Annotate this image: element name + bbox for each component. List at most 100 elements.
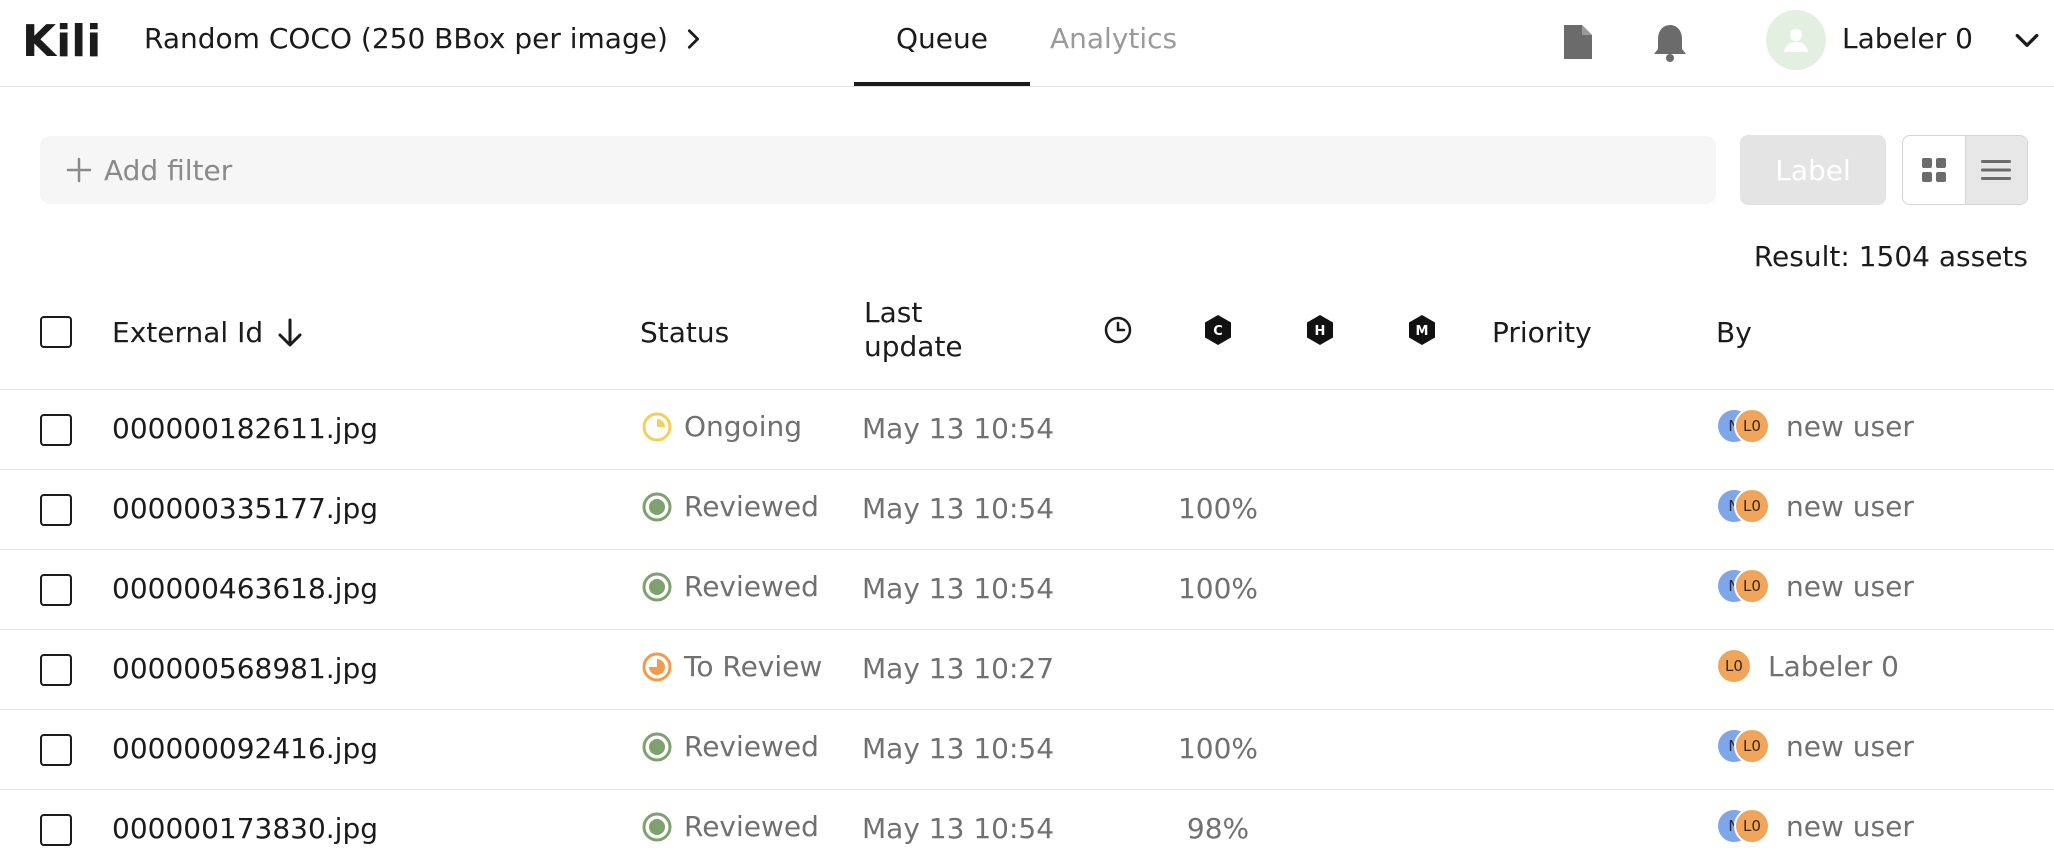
labeled-by: NL0new user xyxy=(1716,568,1914,604)
reviewed-status-icon xyxy=(642,732,672,761)
labeled-by-name: new user xyxy=(1786,489,1914,523)
status-label: Ongoing xyxy=(684,410,802,443)
labeled-by: NL0new user xyxy=(1716,728,1914,764)
labeled-by: NL0new user xyxy=(1716,408,1914,444)
active-tab-indicator xyxy=(854,82,1030,86)
consensus-c-icon[interactable]: C xyxy=(1202,314,1234,346)
external-id[interactable]: 000000335177.jpg xyxy=(112,492,378,525)
add-filter-input[interactable]: Add filter xyxy=(40,136,1716,204)
avatar: L0 xyxy=(1734,728,1770,764)
status-label: Reviewed xyxy=(684,730,819,763)
status-badge: Reviewed xyxy=(642,570,819,603)
consensus-value: 98% xyxy=(1186,812,1250,845)
last-update: May 13 10:54 xyxy=(862,412,1055,445)
row-checkbox[interactable] xyxy=(40,814,72,846)
status-label: Reviewed xyxy=(684,490,819,523)
row-checkbox[interactable] xyxy=(40,654,72,686)
labeled-by-name: new user xyxy=(1786,569,1914,603)
labeled-by-name: new user xyxy=(1786,409,1914,443)
tab-analytics[interactable]: Analytics xyxy=(1050,22,1177,55)
status-label: To Review xyxy=(684,650,823,683)
external-id[interactable]: 000000092416.jpg xyxy=(112,732,378,765)
list-view-button[interactable] xyxy=(1964,136,2027,204)
view-mode-toggle xyxy=(1902,135,2028,205)
reviewed-status-icon xyxy=(642,572,672,601)
table-row[interactable]: 000000463618.jpg Reviewed May 13 10:54 100%… xyxy=(0,550,2054,630)
row-checkbox[interactable] xyxy=(40,414,72,446)
column-external-id[interactable]: External Id xyxy=(112,316,303,349)
metric-m-icon[interactable]: M xyxy=(1406,314,1438,346)
arrow-down-icon xyxy=(278,318,302,346)
reviewed-status-icon xyxy=(642,812,672,841)
column-by[interactable]: By xyxy=(1716,316,1752,349)
chevron-down-icon[interactable] xyxy=(2014,28,2040,54)
table-row[interactable]: 000000092416.jpg Reviewed May 13 10:54 100%… xyxy=(0,710,2054,790)
honeypot-h-icon[interactable]: H xyxy=(1304,314,1336,346)
grid-view-button[interactable] xyxy=(1903,136,1965,204)
status-badge: Reviewed xyxy=(642,490,819,523)
external-id[interactable]: 000000568981.jpg xyxy=(112,652,378,685)
table-row[interactable]: 000000568981.jpg To Review May 13 10:27 L0 L… xyxy=(0,630,2054,710)
file-icon xyxy=(1564,25,1592,59)
label-button[interactable]: Label xyxy=(1740,135,1886,205)
table-row[interactable]: 000000182611.jpgOngoingMay 13 10:54NL0ne… xyxy=(0,390,2054,470)
avatar: L0 xyxy=(1734,568,1770,604)
consensus-value: 100% xyxy=(1177,572,1259,605)
table-row[interactable]: 000000335177.jpg Reviewed May 13 10:54 100%… xyxy=(0,470,2054,550)
external-id[interactable]: 000000463618.jpg xyxy=(112,572,378,605)
chevron-right-icon xyxy=(687,28,699,49)
avatar: L0 xyxy=(1716,648,1752,684)
table-header: External Id Status Last update C H M Pri… xyxy=(0,296,2054,390)
bell-icon xyxy=(1654,25,1686,62)
consensus-value: 100% xyxy=(1177,492,1259,525)
row-checkbox[interactable] xyxy=(40,574,72,606)
row-checkbox[interactable] xyxy=(40,494,72,526)
top-bar: Kili Random COCO (250 BBox per image) Qu… xyxy=(0,0,2054,87)
list-view-icon xyxy=(1981,160,2012,180)
status-label: Reviewed xyxy=(684,810,819,843)
svg-text:H: H xyxy=(1315,324,1326,339)
grid-view-icon xyxy=(1921,158,1946,182)
consensus-value: 100% xyxy=(1177,732,1259,765)
labeled-by-name: new user xyxy=(1786,809,1914,843)
last-update: May 13 10:54 xyxy=(862,572,1055,605)
table-row[interactable]: 000000173830.jpgReviewedMay 13 10:5498%N… xyxy=(0,790,2054,866)
to-review-status-icon xyxy=(642,652,672,681)
column-last-update[interactable]: Last update xyxy=(864,296,984,364)
status-label: Reviewed xyxy=(684,570,819,603)
result-count: Result: 1504 assets xyxy=(1753,240,2028,273)
clock-icon[interactable] xyxy=(1102,314,1134,346)
ongoing-status-icon xyxy=(642,412,672,441)
project-selector[interactable]: Random COCO (250 BBox per image) xyxy=(144,22,704,55)
column-status[interactable]: Status xyxy=(640,316,729,349)
last-update: May 13 10:54 xyxy=(862,812,1055,845)
svg-text:C: C xyxy=(1213,324,1223,339)
notifications-button[interactable] xyxy=(1650,20,1690,64)
status-badge: Reviewed xyxy=(642,810,819,843)
select-all-checkbox[interactable] xyxy=(40,316,72,348)
status-badge: Ongoing xyxy=(642,410,802,443)
svg-text:Kili: Kili xyxy=(22,16,101,64)
tab-queue[interactable]: Queue xyxy=(854,22,1030,55)
last-update: May 13 10:54 xyxy=(862,492,1055,525)
kili-logo[interactable]: Kili xyxy=(22,14,112,64)
external-id[interactable]: 000000182611.jpg xyxy=(112,412,378,445)
documentation-button[interactable] xyxy=(1558,20,1598,64)
labeled-by: NL0new user xyxy=(1716,488,1914,524)
plus-icon xyxy=(66,157,92,183)
user-avatar[interactable] xyxy=(1766,10,1826,70)
project-title: Random COCO (250 BBox per image) xyxy=(144,22,668,55)
row-checkbox[interactable] xyxy=(40,734,72,766)
status-badge: Reviewed xyxy=(642,730,819,763)
avatar: L0 xyxy=(1734,808,1770,844)
external-id[interactable]: 000000173830.jpg xyxy=(112,812,378,845)
status-badge: To Review xyxy=(642,650,822,683)
labeled-by: NL0new user xyxy=(1716,808,1914,844)
labeled-by-name: new user xyxy=(1786,729,1914,763)
column-priority[interactable]: Priority xyxy=(1492,316,1592,349)
avatar: L0 xyxy=(1734,408,1770,444)
user-name[interactable]: Labeler 0 xyxy=(1842,22,1973,55)
labeled-by-name: Labeler 0 xyxy=(1768,649,1899,683)
svg-text:M: M xyxy=(1416,324,1429,339)
user-icon xyxy=(1784,29,1808,52)
